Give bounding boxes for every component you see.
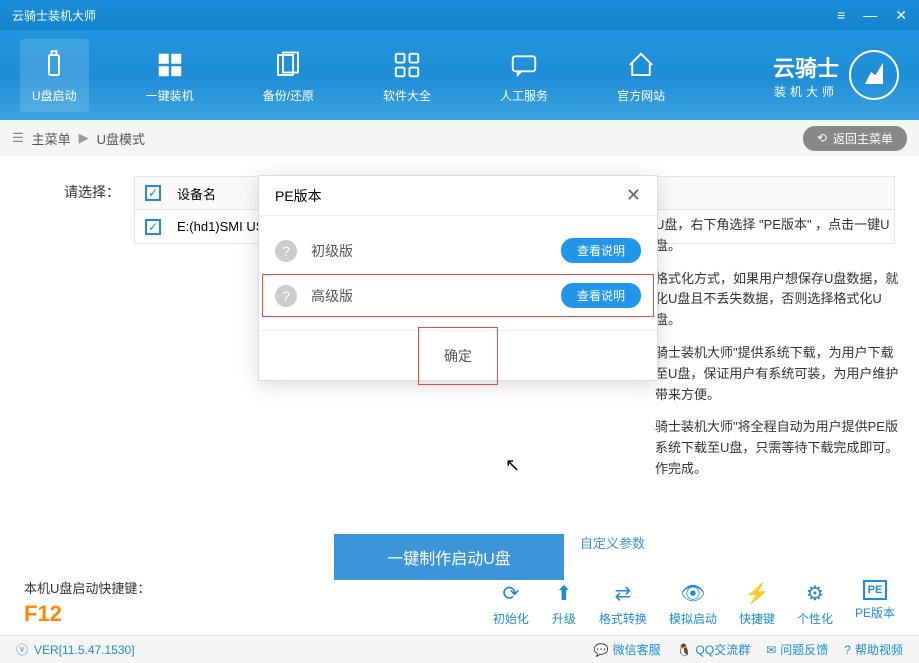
usb-icon [36, 47, 72, 83]
bolt-icon: ⚡ [744, 580, 770, 606]
tool-upgrade[interactable]: ⬆升级 [551, 580, 577, 627]
windows-icon [152, 47, 188, 83]
home-icon [623, 47, 659, 83]
view-advanced-button[interactable]: 查看说明 [561, 283, 641, 308]
back-arrow-icon: ⟲ [817, 131, 827, 145]
help-text: U盘，右下角选择 "PE版本" ，点击一键U盘。 格式化方式，如果用户想保存U盘… [655, 215, 900, 492]
modal-title: PE版本 [275, 186, 322, 206]
custom-params-link[interactable]: 自定义参数 [580, 533, 645, 552]
breadcrumb-current: U盘模式 [97, 129, 145, 148]
titlebar: 云骑士装机大师 ≡ — ✕ [0, 0, 919, 30]
nav-one-click[interactable]: 一键装机 [134, 39, 206, 112]
header-nav: U盘启动 一键装机 备份/还原 软件大全 人工服务 官方网站 云骑士 装机大师 [0, 30, 919, 120]
view-basic-button[interactable]: 查看说明 [561, 238, 641, 263]
footer-tools: ⟳初始化 ⬆升级 ⇄格式转换 👁模拟启动 ⚡快捷键 ⚙个性化 PEPE版本 [493, 580, 895, 627]
nav-software[interactable]: 软件大全 [371, 39, 443, 112]
eye-icon: 👁 [680, 580, 706, 606]
chevron-right-icon: ▶ [79, 130, 89, 146]
nav-website[interactable]: 官方网站 [605, 39, 677, 112]
modal-row-advanced[interactable]: ? 高级版 查看说明 [261, 273, 655, 318]
device-name: E:(hd1)SMI US [177, 219, 264, 234]
status-wechat[interactable]: 💬微信客服 [594, 641, 661, 658]
menu-icon[interactable]: ≡ [837, 7, 845, 24]
tool-convert[interactable]: ⇄格式转换 [599, 580, 647, 627]
nav-support[interactable]: 人工服务 [488, 39, 560, 112]
col-device: 设备名 [177, 184, 216, 203]
breadcrumb: ☰ 主菜单 ▶ U盘模式 ⟲ 返回主菜单 [0, 120, 919, 156]
help-icon: ? [275, 285, 297, 307]
create-usb-button[interactable]: 一键制作启动U盘 [334, 534, 564, 580]
tool-personalize[interactable]: ⚙个性化 [797, 580, 833, 627]
modal-row-basic[interactable]: ? 初级版 查看说明 [259, 228, 657, 273]
feedback-icon: ✉ [766, 643, 776, 657]
list-icon: ☰ [12, 130, 24, 146]
wechat-icon: 💬 [594, 643, 609, 657]
tool-init[interactable]: ⟳初始化 [493, 580, 529, 627]
hotkey-value: F12 [24, 601, 150, 627]
breadcrumb-root[interactable]: 主菜单 [32, 129, 71, 148]
status-qq[interactable]: 🐧QQ交流群 [677, 641, 751, 658]
grid-icon [389, 47, 425, 83]
qq-icon: 🐧 [677, 643, 692, 657]
statusbar: ⓥ VER[11.5.47.1530] 💬微信客服 🐧QQ交流群 ✉问题反馈 ?… [0, 635, 919, 663]
confirm-button[interactable]: 确定 [414, 338, 502, 374]
nav-usb-boot[interactable]: U盘启动 [20, 39, 89, 112]
pe-version-modal: PE版本 ✕ ? 初级版 查看说明 ? 高级版 查看说明 确定 [258, 175, 658, 381]
back-button[interactable]: ⟲ 返回主菜单 [803, 126, 907, 151]
version-text[interactable]: VER[11.5.47.1530] [34, 643, 135, 657]
status-feedback[interactable]: ✉问题反馈 [766, 641, 828, 658]
hotkey-info: 本机U盘启动快捷键： F12 [24, 578, 150, 627]
app-title: 云骑士装机大师 [12, 7, 837, 24]
version-check-icon[interactable]: ⓥ [16, 641, 28, 658]
chat-icon [506, 47, 542, 83]
tool-simulate[interactable]: 👁模拟启动 [669, 580, 717, 627]
refresh-icon: ⟳ [498, 580, 524, 606]
upload-icon: ⬆ [551, 580, 577, 606]
nav-backup[interactable]: 备份/还原 [251, 39, 326, 112]
pe-icon: PE [863, 580, 887, 600]
status-help[interactable]: ?帮助视频 [844, 641, 903, 658]
brand-logo-icon [849, 50, 899, 100]
checkbox-all[interactable]: ✓ [145, 185, 161, 201]
tool-pe[interactable]: PEPE版本 [855, 580, 895, 627]
checkbox-row[interactable]: ✓ [145, 219, 161, 235]
help-icon: ? [275, 240, 297, 262]
brand: 云骑士 装机大师 [773, 50, 899, 100]
select-label: 请选择： [24, 176, 134, 580]
gear-icon: ⚙ [802, 580, 828, 606]
backup-icon [270, 47, 306, 83]
modal-close-icon[interactable]: ✕ [626, 185, 641, 206]
close-icon[interactable]: ✕ [895, 7, 907, 24]
tool-hotkey[interactable]: ⚡快捷键 [739, 580, 775, 627]
minimize-icon[interactable]: — [863, 7, 877, 24]
help-video-icon: ? [844, 643, 851, 657]
convert-icon: ⇄ [610, 580, 636, 606]
